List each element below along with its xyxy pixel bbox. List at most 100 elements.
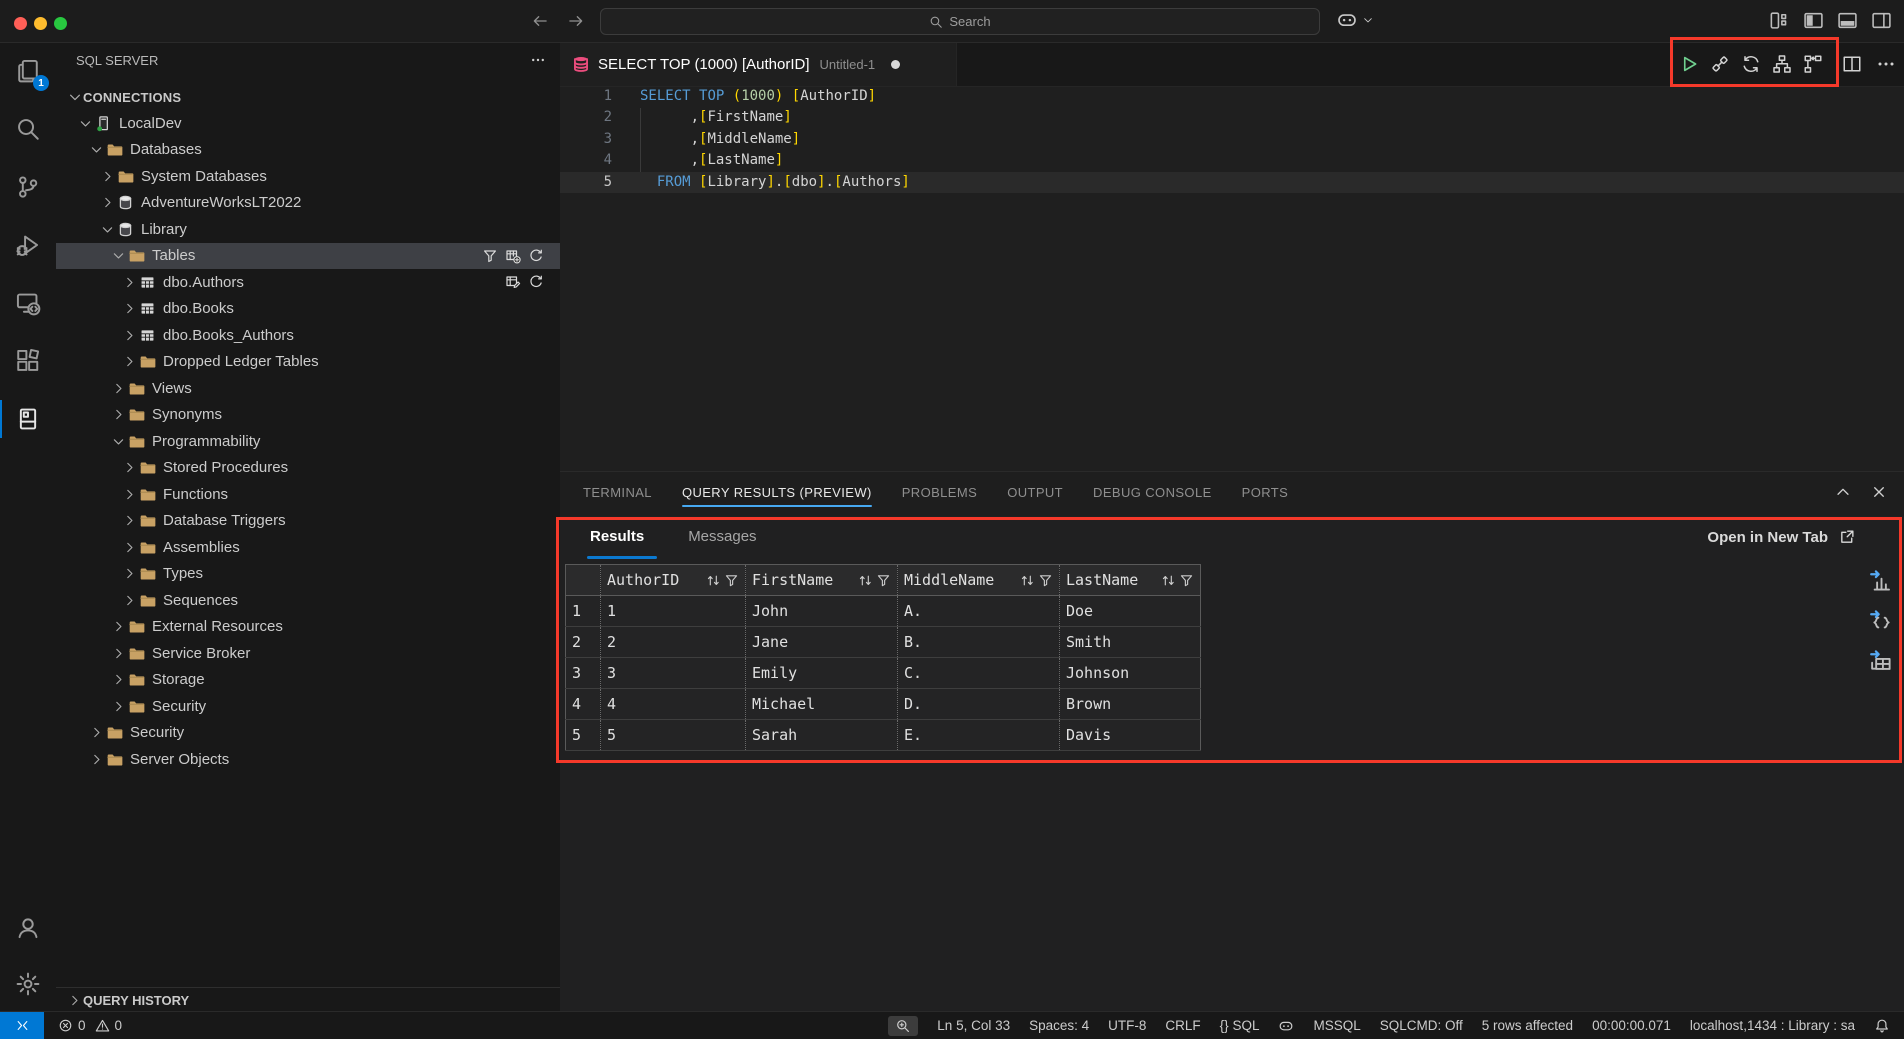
tree-item-storage[interactable]: Storage — [56, 667, 560, 694]
close-window-button[interactable] — [14, 17, 27, 30]
panel-tab-query-results-preview[interactable]: QUERY RESULTS (PREVIEW) — [682, 478, 872, 507]
results-tab-messages[interactable]: Messages — [688, 528, 756, 545]
grid-cell[interactable]: 1 — [601, 596, 746, 627]
grid-cell[interactable]: 5 — [601, 720, 746, 751]
customize-layout-icon[interactable] — [1769, 10, 1790, 31]
status-item-zoom-indicator[interactable] — [888, 1016, 918, 1036]
tree-item-tables[interactable]: Tables — [56, 243, 560, 270]
row-number-cell[interactable]: 1 — [566, 596, 601, 627]
code-line-5[interactable]: 5 FROM [Library].[dbo].[Authors] — [560, 172, 1904, 193]
connections-section-header[interactable]: CONNECTIONS — [56, 86, 560, 108]
tree-item-library[interactable]: Library — [56, 216, 560, 243]
grid-cell[interactable]: B. — [898, 627, 1060, 658]
tree-item-dbo-books-authors[interactable]: dbo.Books_Authors — [56, 322, 560, 349]
row-number-cell[interactable]: 4 — [566, 689, 601, 720]
grid-column-header-firstname[interactable]: FirstName — [746, 565, 898, 596]
results-tab-results[interactable]: Results — [590, 528, 644, 545]
toggle-secondary-sidebar-icon[interactable] — [1871, 10, 1892, 31]
grid-cell[interactable]: Johnson — [1060, 658, 1201, 689]
activity-item-run-and-debug[interactable] — [0, 216, 56, 274]
grid-column-header-middlename[interactable]: MiddleName — [898, 565, 1060, 596]
status-item-eol[interactable]: CRLF — [1165, 1018, 1200, 1033]
filter-icon[interactable] — [724, 573, 739, 588]
sort-icon[interactable] — [1161, 573, 1176, 588]
copilot-menu[interactable] — [1336, 9, 1374, 31]
tree-item-functions[interactable]: Functions — [56, 481, 560, 508]
code-line-1[interactable]: 1SELECT TOP (1000) [AuthorID] — [560, 86, 1904, 107]
save-as-excel-icon[interactable] — [1869, 648, 1894, 673]
sort-icon[interactable] — [706, 573, 721, 588]
grid-plus-icon[interactable] — [505, 248, 521, 264]
zoom-window-button[interactable] — [54, 17, 67, 30]
grid-cell[interactable]: John — [746, 596, 898, 627]
row-number-cell[interactable]: 2 — [566, 627, 601, 658]
grid-cell[interactable]: Brown — [1060, 689, 1201, 720]
grid-cell[interactable]: 3 — [601, 658, 746, 689]
sort-icon[interactable] — [1020, 573, 1035, 588]
disconnect-icon[interactable] — [1710, 54, 1730, 74]
tree-item-adventureworkslt2022[interactable]: AdventureWorksLT2022 — [56, 190, 560, 217]
code-line-2[interactable]: 2 ,[FirstName] — [560, 107, 1904, 128]
save-as-csv-icon[interactable] — [1869, 568, 1894, 593]
tree-item-dbo-books[interactable]: dbo.Books — [56, 296, 560, 323]
maximize-panel-icon[interactable] — [1834, 483, 1852, 501]
tree-item-dbo-authors[interactable]: dbo.Authors — [56, 269, 560, 296]
status-item-notifications[interactable] — [1874, 1018, 1890, 1034]
grid-cell[interactable]: 2 — [601, 627, 746, 658]
grid-edit-icon[interactable] — [505, 274, 521, 290]
tree-item-system-databases[interactable]: System Databases — [56, 163, 560, 190]
grid-cell[interactable]: Davis — [1060, 720, 1201, 751]
grid-cell[interactable]: Sarah — [746, 720, 898, 751]
activity-item-settings[interactable] — [0, 956, 56, 1012]
refresh-icon[interactable] — [528, 274, 544, 290]
status-item-rows-affected[interactable]: 5 rows affected — [1482, 1018, 1573, 1033]
grid-cell[interactable]: Doe — [1060, 596, 1201, 627]
grid-cell[interactable]: Jane — [746, 627, 898, 658]
activity-item-source-control[interactable] — [0, 158, 56, 216]
tree-item-assemblies[interactable]: Assemblies — [56, 534, 560, 561]
activity-item-search[interactable] — [0, 100, 56, 158]
tree-item-programmability[interactable]: Programmability — [56, 428, 560, 455]
tree-item-external-resources[interactable]: External Resources — [56, 614, 560, 641]
back-arrow-icon[interactable] — [531, 12, 549, 30]
tree-item-types[interactable]: Types — [56, 561, 560, 588]
save-as-json-icon[interactable] — [1869, 608, 1894, 633]
grid-cell[interactable]: Smith — [1060, 627, 1201, 658]
panel-tab-terminal[interactable]: TERMINAL — [583, 478, 652, 507]
tree-item-stored-procedures[interactable]: Stored Procedures — [56, 455, 560, 482]
tree-item-service-broker[interactable]: Service Broker — [56, 640, 560, 667]
tree-item-views[interactable]: Views — [56, 375, 560, 402]
estimated-plan-icon[interactable] — [1772, 54, 1792, 74]
tree-item-sequences[interactable]: Sequences — [56, 587, 560, 614]
problems-status[interactable]: 0 0 — [58, 1018, 126, 1033]
status-item-copilot-status[interactable] — [1278, 1018, 1294, 1034]
status-item-mssql-provider[interactable]: MSSQL — [1313, 1018, 1360, 1033]
remote-indicator[interactable] — [0, 1012, 44, 1039]
panel-tab-problems[interactable]: PROBLEMS — [902, 478, 977, 507]
code-line-4[interactable]: 4 ,[LastName] — [560, 150, 1904, 171]
panel-tab-debug-console[interactable]: DEBUG CONSOLE — [1093, 478, 1212, 507]
activity-item-sql-server[interactable] — [0, 390, 56, 448]
minimize-window-button[interactable] — [34, 17, 47, 30]
filter-icon[interactable] — [1179, 573, 1194, 588]
status-item-query-time[interactable]: 00:00:00.071 — [1592, 1018, 1671, 1033]
activity-item-explorer[interactable]: 1 — [0, 42, 56, 100]
toggle-primary-sidebar-icon[interactable] — [1803, 10, 1824, 31]
query-history-section-header[interactable]: QUERY HISTORY — [56, 987, 560, 1012]
grid-cell[interactable]: C. — [898, 658, 1060, 689]
grid-cell[interactable]: Emily — [746, 658, 898, 689]
editor-tab-untitled-1[interactable]: SELECT TOP (1000) [AuthorID] Untitled-1 — [560, 42, 957, 86]
tree-item-server-objects[interactable]: Server Objects — [56, 746, 560, 773]
code-line-3[interactable]: 3 ,[MiddleName] — [560, 129, 1904, 150]
code-editor[interactable]: 1SELECT TOP (1000) [AuthorID]2 ,[FirstNa… — [560, 86, 1904, 471]
tree-item-security[interactable]: Security — [56, 720, 560, 747]
split-editor-icon[interactable] — [1842, 54, 1862, 74]
activity-item-extensions[interactable] — [0, 332, 56, 390]
sidebar-more-actions-icon[interactable] — [530, 52, 546, 68]
grid-column-header-lastname[interactable]: LastName — [1060, 565, 1201, 596]
status-item-encoding[interactable]: UTF-8 — [1108, 1018, 1146, 1033]
grid-column-header-authorid[interactable]: AuthorID — [601, 565, 746, 596]
filter-icon[interactable] — [1038, 573, 1053, 588]
activity-item-remote-explorer[interactable] — [0, 274, 56, 332]
sort-icon[interactable] — [858, 573, 873, 588]
